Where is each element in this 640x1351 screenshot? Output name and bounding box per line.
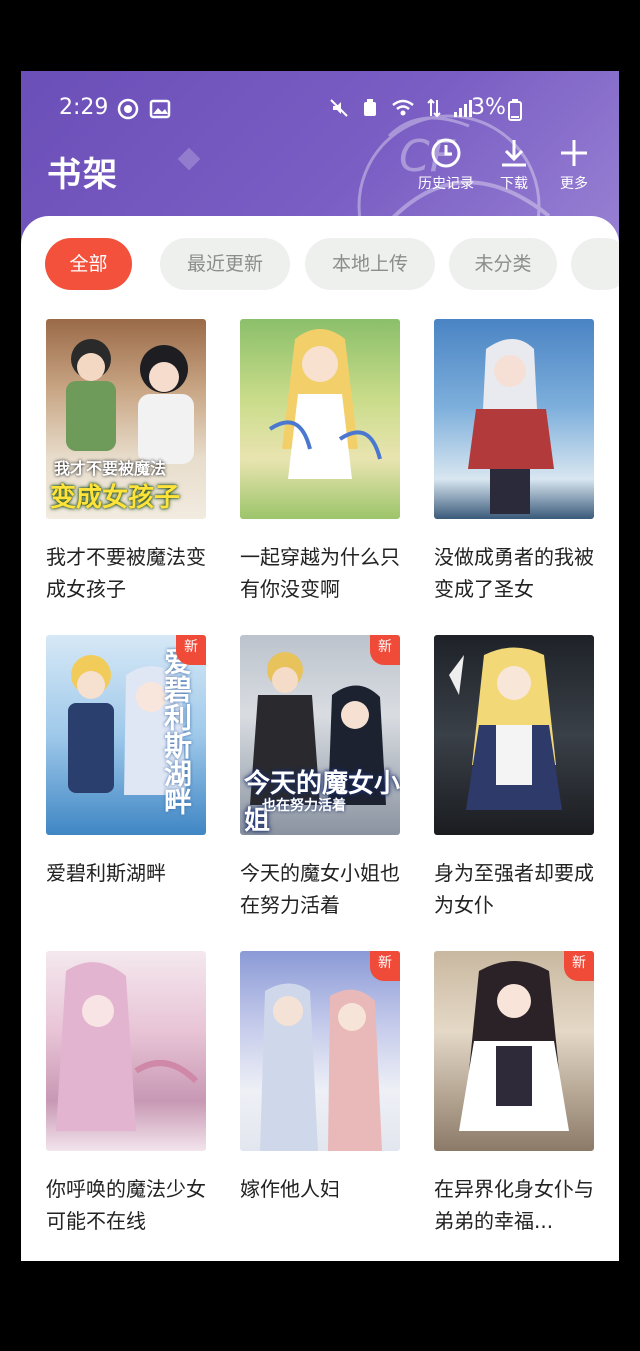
history-label: 历史记录 <box>418 176 474 192</box>
bookshelf-content: 全部 最近更新 本地上传 未分类 我才不要被魔法 变成女孩子 我才不要被魔法变成… <box>21 216 619 1261</box>
image-icon <box>149 99 171 119</box>
sync-icon <box>117 98 139 120</box>
book-title: 没做成勇者的我被变成了圣女 <box>434 545 594 601</box>
book-cover <box>46 951 206 1151</box>
download-icon <box>502 140 526 167</box>
new-badge: 新 <box>370 635 400 665</box>
book-title: 在异界化身女仆与弟弟的幸福... <box>434 1177 594 1233</box>
book-cover: 爱碧利斯湖畔 新 <box>46 635 206 835</box>
plus-icon <box>561 140 587 166</box>
tab-more-partial[interactable] <box>571 238 619 290</box>
cover-caption: 我才不要被魔法 <box>54 459 167 478</box>
header-actions: 历史记录 下载 更多 <box>411 137 609 197</box>
more-button[interactable]: 更多 <box>539 137 609 193</box>
category-tabs: 全部 最近更新 本地上传 未分类 <box>45 238 619 290</box>
book-cover: 今天的魔女小姐 也在努力活着 新 <box>240 635 400 835</box>
alarm-icon <box>364 99 376 116</box>
book-cover <box>240 319 400 519</box>
book-cover <box>434 319 594 519</box>
book-cover <box>434 635 594 835</box>
book-title: 爱碧利斯湖畔 <box>46 861 166 885</box>
mute-icon <box>330 99 348 117</box>
battery-icon <box>508 99 522 121</box>
page-title: 书架 <box>47 155 119 195</box>
book-cover: 我才不要被魔法 变成女孩子 <box>46 319 206 519</box>
book-title: 身为至强者却要成为女仆 <box>434 861 594 917</box>
book-title: 我才不要被魔法变成女孩子 <box>46 545 206 601</box>
new-badge: 新 <box>370 951 400 981</box>
clock-icon <box>431 138 461 168</box>
book-title: 你呼唤的魔法少女可能不在线 <box>46 1177 206 1233</box>
tab-local-upload[interactable]: 本地上传 <box>305 238 435 290</box>
book-cover: 新 <box>240 951 400 1151</box>
cover-caption: 变成女孩子 <box>50 483 181 513</box>
book-cover: 新 <box>434 951 594 1151</box>
wifi-icon <box>392 99 414 116</box>
status-time: 2:29 <box>59 95 109 120</box>
book-title: 一起穿越为什么只有你没变啊 <box>240 545 400 601</box>
book-title: 今天的魔女小姐也在努力活着 <box>240 861 400 917</box>
tab-all[interactable]: 全部 <box>45 238 132 290</box>
decor-diamond <box>177 147 201 171</box>
phone-screen: CF 2:29 3% 书架 历史记录 下载 更多 全部 最近更新 本地上传 未分… <box>21 71 619 1261</box>
new-badge: 新 <box>564 951 594 981</box>
book-title: 嫁作他人妇 <box>240 1177 340 1201</box>
new-badge: 新 <box>176 635 206 665</box>
data-icon <box>427 98 441 118</box>
more-label: 更多 <box>560 176 588 192</box>
tab-recent-updates[interactable]: 最近更新 <box>160 238 290 290</box>
history-button[interactable]: 历史记录 <box>411 137 481 193</box>
cover-caption: 爱碧利斯湖畔 <box>160 647 193 815</box>
battery-percent: 3% <box>471 95 506 120</box>
status-bar: 2:29 3% <box>21 93 619 125</box>
cover-caption: 也在努力活着 <box>262 798 346 814</box>
tab-uncategorized[interactable]: 未分类 <box>449 238 557 290</box>
